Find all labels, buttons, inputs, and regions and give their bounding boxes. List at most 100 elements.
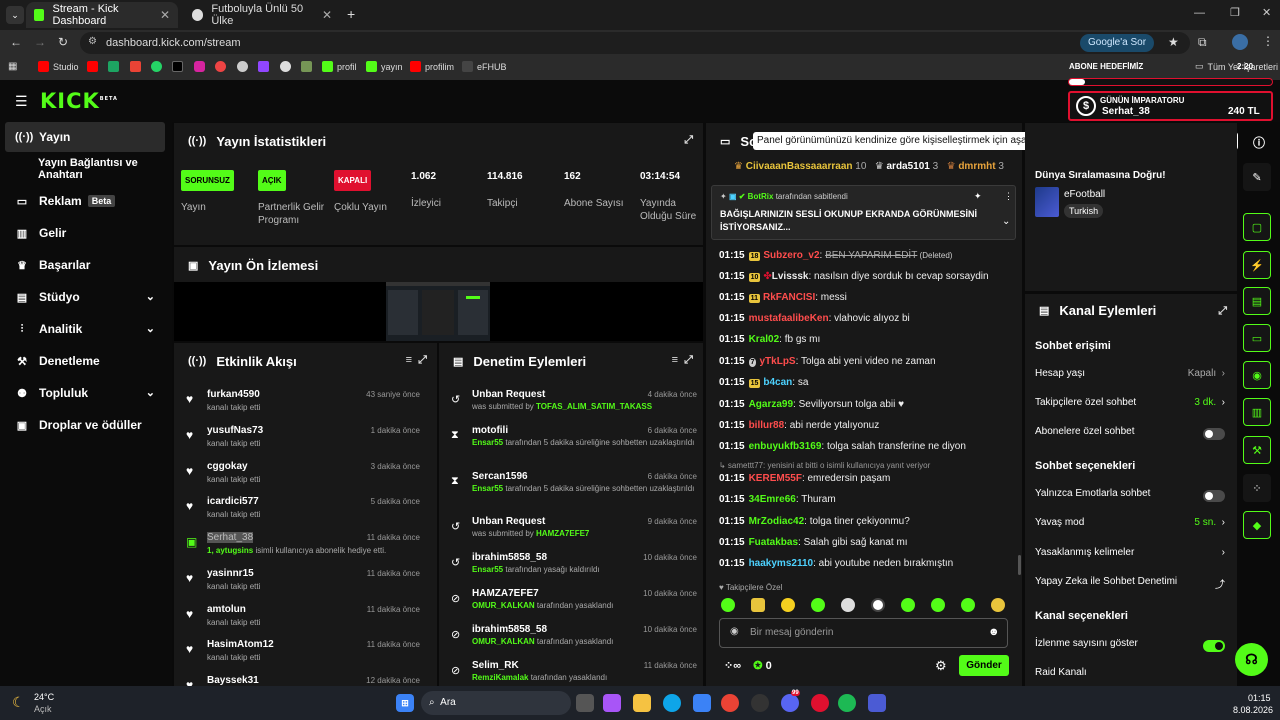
gifter-name[interactable]: arda5101 <box>887 161 930 172</box>
chat-icon[interactable]: ▭ <box>1243 324 1271 352</box>
mod-target[interactable]: Unban Request <box>472 516 545 527</box>
feed-user[interactable]: yusufNas73 <box>207 425 263 436</box>
sidebar-item-baglanti[interactable]: Yayın Bağlantısı ve Anahtarı <box>5 154 175 184</box>
bookmark-studio[interactable]: Studio <box>38 61 79 72</box>
more-icon[interactable]: ⋮ <box>1004 191 1013 202</box>
info-icon[interactable]: ⓘ <box>1253 134 1265 151</box>
chevron-down-icon[interactable]: ⌄ <box>1002 216 1010 227</box>
mod-user[interactable]: OMUR_KALKAN <box>472 601 535 610</box>
extensions-icon[interactable]: ⧉ <box>1198 35 1207 50</box>
msg-user[interactable]: RkFANCISI <box>763 292 815 303</box>
chrome-icon[interactable] <box>721 694 739 712</box>
taskview-icon[interactable] <box>576 694 594 712</box>
weather-icon[interactable]: ☾ <box>12 694 25 711</box>
emoji-icon[interactable]: ☻ <box>988 626 1000 638</box>
msg-user[interactable]: Fuatakbas <box>749 537 798 548</box>
gifter-name[interactable]: CiivaaanBassaaarraan <box>746 161 853 172</box>
restore-icon[interactable]: ❐ <box>1230 6 1240 19</box>
kick-coin-icon[interactable]: ✪ <box>753 660 762 672</box>
sidebar-item-topluluk[interactable]: ⚉ Topluluk ⌄ <box>5 378 165 408</box>
pinned-by[interactable]: BotRix <box>748 192 774 201</box>
feed-user[interactable]: furkan4590 <box>207 389 260 400</box>
apps-icon[interactable]: ▦ <box>8 61 17 72</box>
msg-user[interactable]: enbuyukfb3169 <box>749 441 822 452</box>
forward-icon[interactable]: → <box>34 35 46 49</box>
channel-points-icon[interactable]: ⁘ <box>724 660 733 672</box>
msg-user[interactable]: yTkLpS <box>759 356 795 367</box>
chat-settings-icon[interactable]: ◉ <box>730 626 739 637</box>
mod-target[interactable]: ibrahim5858_58 <box>472 624 547 635</box>
bookmark-icon[interactable] <box>237 61 248 72</box>
msg-user[interactable]: mustafaalibeKen <box>749 313 829 324</box>
feed-user[interactable]: HasimAtom12 <box>207 639 274 650</box>
mod-target[interactable]: ibrahim5858_58 <box>472 552 547 563</box>
close-window-icon[interactable]: ✕ <box>1262 6 1271 19</box>
feed-user[interactable]: yasinnr15 <box>207 568 254 579</box>
sidebar-item-droplar[interactable]: ▣ Droplar ve ödüller <box>5 410 165 440</box>
subs-only-toggle[interactable] <box>1203 428 1225 440</box>
star-icon[interactable]: ★ <box>1168 35 1179 49</box>
opera-icon[interactable] <box>811 694 829 712</box>
mod-user[interactable]: RemziKamalak <box>472 673 528 682</box>
sidebar-item-reklam[interactable]: ▭ Reklam Beta <box>5 186 165 216</box>
mod-user[interactable]: Ensar55 <box>472 565 503 574</box>
tab-search-icon[interactable]: ⌄ <box>6 6 24 24</box>
gift-icon[interactable]: ◆ <box>1243 511 1271 539</box>
mod-target[interactable]: Unban Request <box>472 389 545 400</box>
view-count-toggle[interactable] <box>1203 640 1225 652</box>
obs-icon[interactable] <box>751 694 769 712</box>
file-explorer-icon[interactable] <box>633 694 651 712</box>
document-icon[interactable]: ▤ <box>1243 287 1271 315</box>
mod-user[interactable]: OMUR_KALKAN <box>472 637 535 646</box>
emote-icon[interactable] <box>811 598 825 612</box>
minimize-icon[interactable]: — <box>1194 7 1205 19</box>
mod-target[interactable]: motofili <box>472 425 508 436</box>
msg-user[interactable]: 34Emre66 <box>749 494 796 505</box>
mod-target[interactable]: HAMZA7EFE7 <box>472 588 539 599</box>
mod-user[interactable]: HAMZA7EFE7 <box>536 529 589 538</box>
edge-icon[interactable] <box>663 694 681 712</box>
mod-user[interactable]: Ensar55 <box>472 484 503 493</box>
tab-futbol[interactable]: Futboluyla Ünlü 50 Ülke ✕ <box>184 2 340 28</box>
emote-icon[interactable] <box>961 598 975 612</box>
mod-user[interactable]: Ensar55 <box>472 438 503 447</box>
setting-followers-only[interactable]: Takipçilere özel sohbet 3 dk. › <box>1035 397 1225 413</box>
game-name[interactable]: eFootball <box>1064 189 1105 200</box>
sidebar-item-analitik[interactable]: ⫶ Analitik ⌄ <box>5 314 165 344</box>
game-cover[interactable] <box>1035 187 1059 217</box>
youtube-icon[interactable] <box>87 61 98 72</box>
spotify-icon[interactable] <box>838 694 856 712</box>
app-icon[interactable] <box>868 694 886 712</box>
msg-user[interactable]: Agarza99 <box>749 399 793 410</box>
profile-avatar[interactable] <box>1232 34 1248 50</box>
filter-expand-icons[interactable]: ≡ ⤢ <box>672 354 693 367</box>
setting-slow-mode[interactable]: Yavaş mod 5 sn. › <box>1035 517 1225 533</box>
emote-icon[interactable] <box>991 598 1005 612</box>
msg-user[interactable]: Lvisssk <box>772 271 809 282</box>
expand-icon[interactable]: ⤢ <box>1218 305 1227 318</box>
emote-icon[interactable] <box>721 598 735 612</box>
support-icon[interactable]: ☊ <box>1235 643 1268 676</box>
back-icon[interactable]: ← <box>10 35 22 49</box>
copilot-icon[interactable] <box>603 694 621 712</box>
tab-kick-dashboard[interactable]: Stream - Kick Dashboard ✕ <box>26 2 178 28</box>
hamburger-menu-icon[interactable]: ☰ <box>15 93 28 110</box>
bookmark-profilim[interactable]: profilim <box>410 61 454 72</box>
google-ask-button[interactable]: Google'a Sor <box>1080 34 1155 52</box>
sidebar-item-studyo[interactable]: ▤ Stüdyo ⌄ <box>5 282 165 312</box>
sidebar-item-denetleme[interactable]: ⚒ Denetleme <box>5 346 165 376</box>
widget-icon[interactable]: ▢ <box>1243 213 1271 241</box>
discord-icon[interactable]: 99 <box>781 690 800 712</box>
feed-user[interactable]: icardici577 <box>207 496 259 507</box>
gifter-name[interactable]: dmrmht <box>958 161 995 172</box>
menu-icon[interactable]: ⋮ <box>1262 34 1274 48</box>
emote-icon[interactable] <box>781 598 795 612</box>
msg-user[interactable]: Subzero_v2 <box>763 250 819 261</box>
unpin-icon[interactable]: ✦ <box>974 191 982 202</box>
store-icon[interactable] <box>693 694 711 712</box>
url-input[interactable]: ⚙ dashboard.kick.com/stream Google'a Sor… <box>80 32 1190 54</box>
close-tab-icon[interactable]: ✕ <box>322 8 332 22</box>
feed-user[interactable]: Bayssek31 <box>207 675 259 686</box>
msg-user[interactable]: KEREM55F <box>749 473 802 484</box>
twitch-icon[interactable] <box>258 61 269 72</box>
